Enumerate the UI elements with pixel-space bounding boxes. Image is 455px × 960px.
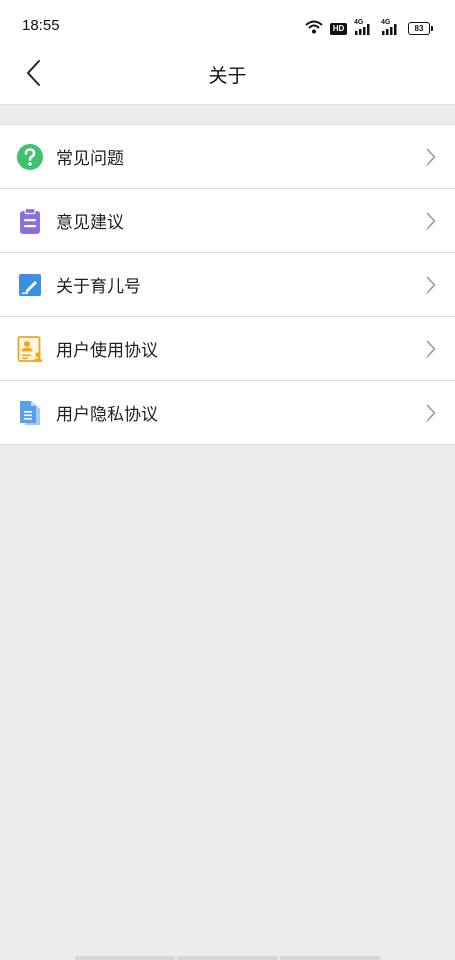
page-title: 关于 bbox=[208, 65, 247, 87]
menu-item-label: 常见问题 bbox=[56, 149, 124, 169]
status-time: 18:55 bbox=[22, 17, 60, 34]
document-icon bbox=[16, 399, 44, 427]
menu-item-label: 用户使用协议 bbox=[56, 341, 158, 361]
menu-item-label: 意见建议 bbox=[56, 213, 124, 233]
chevron-right-icon bbox=[425, 212, 437, 230]
status-icons: HD 4G 4G 83 bbox=[305, 19, 433, 38]
battery-icon: 83 bbox=[408, 22, 433, 35]
wifi-icon bbox=[305, 19, 323, 38]
signal-icon-2: 4G bbox=[381, 19, 401, 36]
menu-item-label: 用户隐私协议 bbox=[56, 405, 158, 425]
chevron-right-icon bbox=[425, 404, 437, 422]
question-icon bbox=[16, 143, 44, 171]
chevron-right-icon bbox=[425, 276, 437, 294]
nav-bar: 关于 bbox=[0, 52, 455, 105]
about-menu-list: 常见问题 意见建议 关于育儿号 用户使用协议 用户隐私协议 bbox=[0, 124, 455, 445]
menu-item-user-agreement[interactable]: 用户使用协议 bbox=[0, 317, 455, 381]
clipboard-icon bbox=[16, 207, 44, 235]
status-bar: 18:55 HD 4G 4G 83 bbox=[0, 0, 455, 52]
chevron-right-icon bbox=[425, 148, 437, 166]
battery-level: 83 bbox=[414, 23, 424, 33]
menu-item-feedback[interactable]: 意见建议 bbox=[0, 189, 455, 253]
user-card-icon bbox=[16, 335, 44, 363]
menu-item-privacy-agreement[interactable]: 用户隐私协议 bbox=[0, 381, 455, 445]
hd-icon: HD bbox=[330, 22, 347, 35]
chevron-right-icon bbox=[425, 340, 437, 358]
menu-item-about-app[interactable]: 关于育儿号 bbox=[0, 253, 455, 317]
menu-item-label: 关于育儿号 bbox=[56, 277, 141, 297]
home-indicator[interactable] bbox=[75, 956, 380, 960]
edit-icon bbox=[16, 271, 44, 299]
signal-icon-1: 4G bbox=[354, 19, 374, 36]
hd-label: HD bbox=[332, 23, 345, 33]
menu-item-faq[interactable]: 常见问题 bbox=[0, 124, 455, 189]
